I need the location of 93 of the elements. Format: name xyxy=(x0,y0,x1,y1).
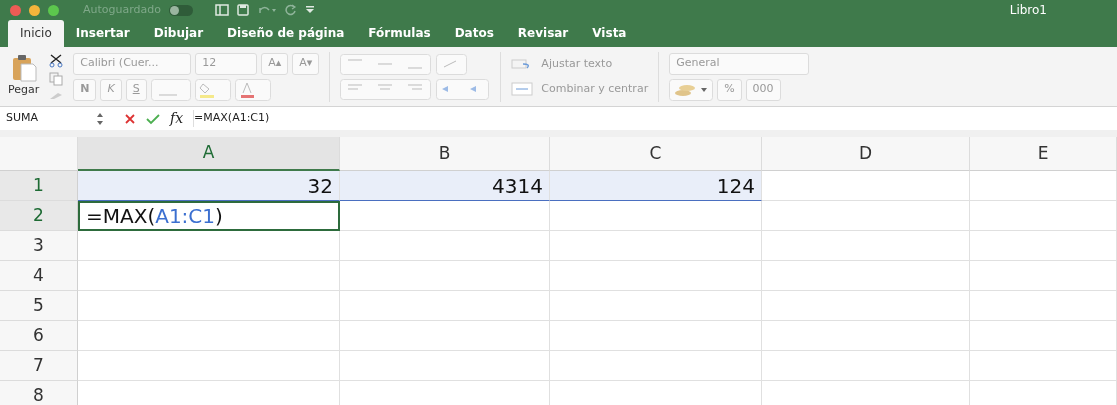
row-header[interactable]: 5 xyxy=(0,291,78,321)
row-header[interactable]: 3 xyxy=(0,231,78,261)
ribbon-tab[interactable]: Revisar xyxy=(505,20,581,47)
fill-color-icon[interactable] xyxy=(194,78,231,101)
table-cell[interactable] xyxy=(762,261,970,291)
dropdown-icon[interactable] xyxy=(305,5,315,15)
table-cell[interactable] xyxy=(550,291,762,321)
table-cell[interactable] xyxy=(762,291,970,321)
table-cell[interactable] xyxy=(550,231,762,261)
number-format-field[interactable]: General xyxy=(669,52,810,75)
save-icon[interactable] xyxy=(237,4,249,16)
table-cell[interactable] xyxy=(762,201,970,231)
name-box[interactable]: SUMA xyxy=(6,110,86,127)
thousands-button[interactable]: 000 xyxy=(745,78,781,101)
underline-button[interactable]: S xyxy=(125,78,147,101)
table-cell[interactable] xyxy=(970,291,1117,321)
sidebar-icon[interactable] xyxy=(215,4,229,16)
column-header[interactable]: B xyxy=(340,137,550,171)
window-title: Libro1 xyxy=(1009,2,1047,19)
ribbon-tab[interactable]: Inicio xyxy=(8,20,64,47)
clipboard-icon[interactable] xyxy=(10,54,37,83)
merge-center-icon[interactable] xyxy=(511,81,534,96)
table-cell[interactable] xyxy=(550,321,762,351)
borders-icon[interactable] xyxy=(150,78,191,101)
ribbon-tab[interactable]: Datos xyxy=(442,20,506,47)
row-header[interactable]: 2 xyxy=(0,201,78,231)
font-size-field[interactable]: 12 xyxy=(195,52,258,75)
table-cell[interactable] xyxy=(762,321,970,351)
table-cell[interactable] xyxy=(340,231,550,261)
stepper-icon[interactable] xyxy=(96,111,104,126)
row-header[interactable]: 7 xyxy=(0,351,78,381)
percent-button[interactable]: % xyxy=(717,78,742,101)
table-cell[interactable] xyxy=(970,201,1117,231)
alignment-buttons-icon[interactable] xyxy=(340,51,491,102)
table-cell[interactable] xyxy=(78,231,340,261)
table-cell[interactable]: 4314 xyxy=(340,171,550,201)
ribbon-tab[interactable]: Vista xyxy=(580,20,639,47)
paste-label[interactable]: Pegar xyxy=(8,82,40,99)
column-header[interactable]: A xyxy=(78,137,340,171)
table-cell[interactable] xyxy=(550,351,762,381)
table-cell[interactable] xyxy=(970,351,1117,381)
table-cell[interactable]: 124 xyxy=(550,171,762,201)
select-all-corner[interactable] xyxy=(0,137,78,171)
table-cell[interactable] xyxy=(970,231,1117,261)
column-header[interactable]: C xyxy=(550,137,762,171)
autosave-label: Autoguardado xyxy=(83,1,161,18)
merge-center-button[interactable]: Combinar y centrar xyxy=(541,80,649,97)
close-icon[interactable] xyxy=(124,112,136,125)
grow-font-button[interactable]: A▴ xyxy=(261,52,289,75)
table-cell[interactable] xyxy=(340,291,550,321)
coins-icon[interactable] xyxy=(669,78,714,101)
row-header[interactable]: 8 xyxy=(0,381,78,405)
table-cell[interactable] xyxy=(78,351,340,381)
ribbon-tab[interactable]: Diseño de página xyxy=(215,20,357,47)
ribbon-tab[interactable]: Fórmulas xyxy=(356,20,443,47)
italic-button[interactable]: K xyxy=(100,78,122,101)
table-cell[interactable] xyxy=(970,171,1117,201)
row-header[interactable]: 1 xyxy=(0,171,78,201)
column-header[interactable]: E xyxy=(970,137,1117,171)
table-cell[interactable]: 32 xyxy=(78,171,340,201)
table-cell[interactable] xyxy=(340,351,550,381)
scissors-icon[interactable] xyxy=(49,53,64,68)
font-color-icon[interactable] xyxy=(234,78,271,101)
table-cell[interactable] xyxy=(340,261,550,291)
shrink-font-button[interactable]: A▾ xyxy=(292,52,320,75)
row-header[interactable]: 4 xyxy=(0,261,78,291)
table-cell[interactable] xyxy=(970,261,1117,291)
table-cell[interactable] xyxy=(550,201,762,231)
table-cell[interactable] xyxy=(78,261,340,291)
minimize-icon[interactable] xyxy=(29,4,40,16)
row-header[interactable]: 6 xyxy=(0,321,78,351)
undo-icon[interactable] xyxy=(257,4,277,16)
ribbon-tab[interactable]: Dibujar xyxy=(141,20,216,47)
ribbon-tab[interactable]: Insertar xyxy=(63,20,142,47)
redo-icon[interactable] xyxy=(285,4,297,16)
table-cell[interactable] xyxy=(762,171,970,201)
check-icon[interactable] xyxy=(146,112,160,125)
zoom-icon[interactable] xyxy=(48,4,59,16)
bold-button[interactable]: N xyxy=(73,78,97,101)
table-cell[interactable] xyxy=(340,321,550,351)
table-cell[interactable] xyxy=(970,321,1117,351)
table-cell[interactable] xyxy=(762,351,970,381)
table-cell[interactable] xyxy=(78,321,340,351)
formula-field[interactable]: =MAX(A1:C1) xyxy=(193,110,270,127)
table-cell[interactable] xyxy=(762,231,970,261)
function-button[interactable]: fx xyxy=(170,108,184,129)
table-cell[interactable] xyxy=(340,201,550,231)
table-cell[interactable]: =MAX(A1:C1) xyxy=(78,201,340,231)
autosave-toggle[interactable] xyxy=(169,4,193,16)
table-cell[interactable] xyxy=(550,261,762,291)
table-cell[interactable] xyxy=(78,291,340,321)
font-name-field[interactable]: Calibri (Cuer... xyxy=(73,52,192,75)
column-header[interactable]: D xyxy=(762,137,970,171)
